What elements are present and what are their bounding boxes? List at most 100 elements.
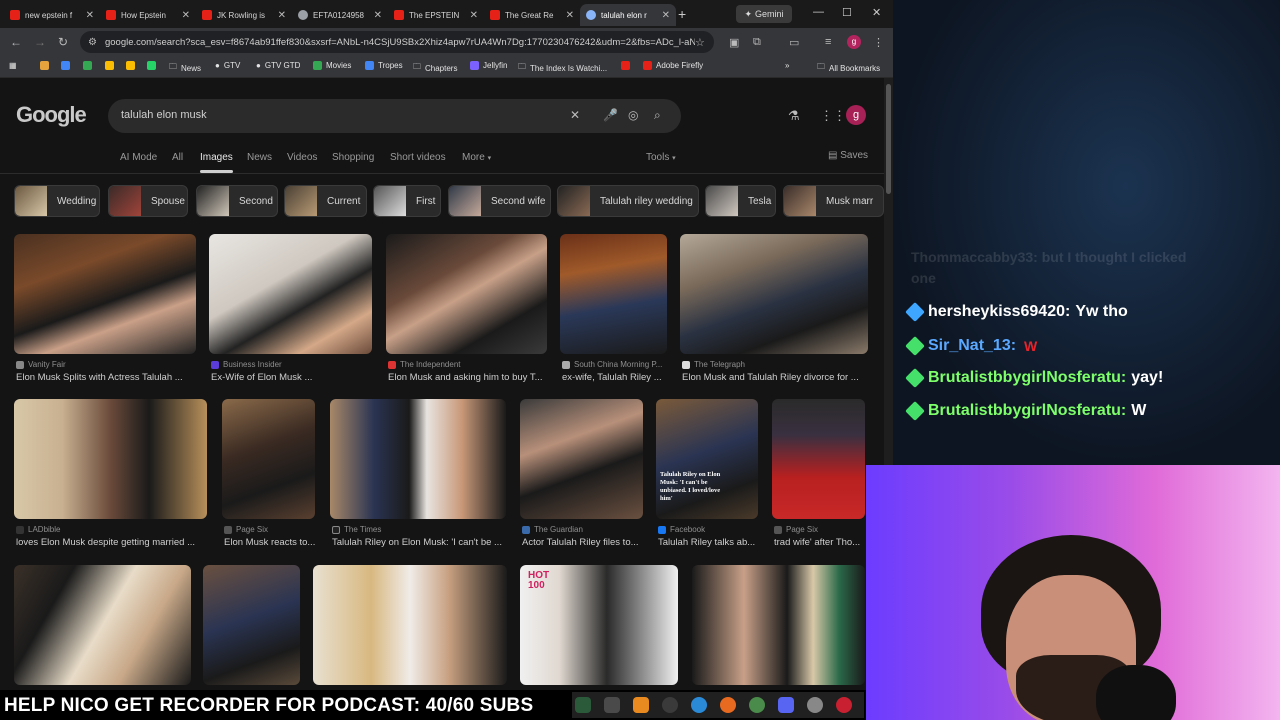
tab-short-videos[interactable]: Short videos <box>390 152 446 163</box>
close-icon[interactable]: ✕ <box>86 10 94 21</box>
result-title[interactable]: Elon Musk and asking him to buy T... <box>388 372 549 383</box>
back-icon[interactable]: ← <box>10 35 22 49</box>
bookmark-4[interactable] <box>126 61 139 70</box>
discord-icon[interactable] <box>778 697 794 713</box>
vlc-icon[interactable] <box>633 697 649 713</box>
result-image[interactable] <box>772 399 865 519</box>
tab-shopping[interactable]: Shopping <box>332 152 374 163</box>
chip-first[interactable]: First <box>373 185 441 217</box>
bookmark-1[interactable] <box>61 61 74 70</box>
google-logo[interactable]: Google <box>16 102 87 128</box>
mic-icon[interactable]: 🎤 <box>603 108 618 122</box>
chrome-icon[interactable] <box>749 697 765 713</box>
youtube-app-icon[interactable] <box>836 697 852 713</box>
result-title[interactable]: ex-wife, Talulah Riley ... <box>562 372 669 383</box>
bookmark-tropes[interactable]: Tropes <box>365 61 403 70</box>
tab-1[interactable]: How Epstein ✕ <box>100 4 196 26</box>
bookmark-news[interactable]: 🗀 News <box>169 61 201 75</box>
bookmark-13[interactable] <box>621 61 634 70</box>
scrollbar-thumb[interactable] <box>886 84 891 194</box>
saves-button[interactable]: ▤ Saves <box>828 150 868 161</box>
bookmark-jellyfin[interactable]: Jellyfin <box>470 61 507 70</box>
bookmark-gtv-gtd[interactable]: ● GTV GTD <box>256 61 300 70</box>
chip-current[interactable]: Current <box>284 185 367 217</box>
gemini-button[interactable]: ✦ Gemini <box>736 5 792 23</box>
obs-icon[interactable] <box>662 697 678 713</box>
menu-icon[interactable]: ⋮ <box>873 36 884 49</box>
bookmark-index[interactable]: 🗀 The Index Is Watchi... <box>518 61 607 75</box>
clear-icon[interactable]: ✕ <box>570 108 580 122</box>
result-image[interactable] <box>203 565 300 685</box>
chip-musk-marr[interactable]: Musk marr <box>783 185 884 217</box>
tab-all[interactable]: All <box>172 152 183 163</box>
chip-tesla[interactable]: Tesla <box>705 185 776 217</box>
close-icon[interactable]: ✕ <box>662 10 670 21</box>
labs-icon[interactable]: ⚗ <box>788 108 800 124</box>
result-image[interactable] <box>14 399 207 519</box>
result-image[interactable] <box>520 399 643 519</box>
firefox-icon[interactable] <box>720 697 736 713</box>
search-box[interactable]: talulah elon musk ✕ 🎤 ◎ ⌕ <box>108 99 681 133</box>
result-title[interactable]: Talulah Riley talks ab... <box>658 537 760 548</box>
result-image[interactable]: HOT 100 <box>520 565 678 685</box>
search-query[interactable]: talulah elon musk <box>121 109 207 121</box>
profile-avatar[interactable]: g <box>847 35 861 49</box>
tab-ai-mode[interactable]: AI Mode <box>120 152 157 163</box>
tab-videos[interactable]: Videos <box>287 152 317 163</box>
tab-news[interactable]: News <box>247 152 272 163</box>
tools-button[interactable]: Tools ▾ <box>646 152 676 163</box>
app-icon[interactable] <box>807 697 823 713</box>
result-image[interactable] <box>14 565 191 685</box>
lens-icon[interactable]: ◎ <box>628 108 638 122</box>
result-image[interactable] <box>313 565 507 685</box>
edge-icon[interactable] <box>691 697 707 713</box>
tab-2[interactable]: JK Rowling is ✕ <box>196 4 292 26</box>
all-bookmarks[interactable]: 🗀 All Bookmarks <box>817 61 880 75</box>
result-image[interactable] <box>386 234 547 354</box>
clipboard-icon[interactable]: ▣ <box>729 36 739 49</box>
minimize-icon[interactable]: — <box>813 6 824 18</box>
tab-more[interactable]: More ▾ <box>462 152 491 163</box>
result-title[interactable]: Actor Talulah Riley files to... <box>522 537 645 548</box>
tab-0[interactable]: new epstein f ✕ <box>4 4 100 26</box>
tab-search-icon[interactable]: ≡ <box>825 36 831 48</box>
result-title[interactable]: trad wife' after Tho... <box>774 537 867 548</box>
overflow-chevron-icon[interactable]: » <box>785 61 789 70</box>
result-title[interactable]: Talulah Riley on Elon Musk: 'I can't be … <box>332 537 508 548</box>
close-icon[interactable]: ✕ <box>566 10 574 21</box>
tab-6-active[interactable]: talulah elon r ✕ <box>580 4 676 26</box>
maximize-icon[interactable]: ☐ <box>842 6 852 19</box>
bookmark-3[interactable] <box>105 61 118 70</box>
result-image[interactable]: Talulah Riley on Elon Musk: 'I can't be … <box>656 399 758 519</box>
apps-grid-icon[interactable]: ⋮⋮ <box>820 108 846 124</box>
close-window-icon[interactable]: ✕ <box>872 6 881 19</box>
bookmark-adobe-firefly[interactable]: Adobe Firefly <box>643 61 703 70</box>
excel-icon[interactable] <box>575 697 591 713</box>
result-image[interactable] <box>14 234 196 354</box>
address-bar[interactable]: ⚙ google.com/search?sca_esv=f8674ab91ffe… <box>80 31 714 53</box>
chip-spouse[interactable]: Spouse <box>108 185 188 217</box>
site-info-icon[interactable]: ⚙ <box>88 37 97 48</box>
4k-icon[interactable] <box>604 697 620 713</box>
result-title[interactable]: Elon Musk Splits with Actress Talulah ..… <box>16 372 196 383</box>
result-image[interactable] <box>560 234 667 354</box>
bookmark-5[interactable] <box>147 61 160 70</box>
chip-second-wife[interactable]: Second wife <box>448 185 551 217</box>
bookmark-2[interactable] <box>83 61 96 70</box>
forward-icon[interactable]: → <box>34 35 46 49</box>
tab-images[interactable]: Images <box>200 152 233 173</box>
tab-4[interactable]: The EPSTEIN ✕ <box>388 4 484 26</box>
bookmark-gtv[interactable]: ● GTV <box>215 61 240 70</box>
result-title[interactable]: Elon Musk reacts to... <box>224 537 317 548</box>
result-image[interactable] <box>692 565 865 685</box>
chip-second[interactable]: Second <box>196 185 278 217</box>
cast-icon[interactable]: ▭ <box>789 36 799 49</box>
bookmark-star-icon[interactable]: ☆ <box>695 36 705 49</box>
close-icon[interactable]: ✕ <box>182 10 190 21</box>
result-image[interactable] <box>330 399 506 519</box>
search-icon[interactable]: ⌕ <box>654 108 661 123</box>
result-title[interactable]: Elon Musk and Talulah Riley divorce for … <box>682 372 870 383</box>
tab-3[interactable]: EFTA0124958 ✕ <box>292 4 388 26</box>
chip-talulah-riley-wedding[interactable]: Talulah riley wedding <box>557 185 699 217</box>
chip-wedding[interactable]: Wedding <box>14 185 100 217</box>
